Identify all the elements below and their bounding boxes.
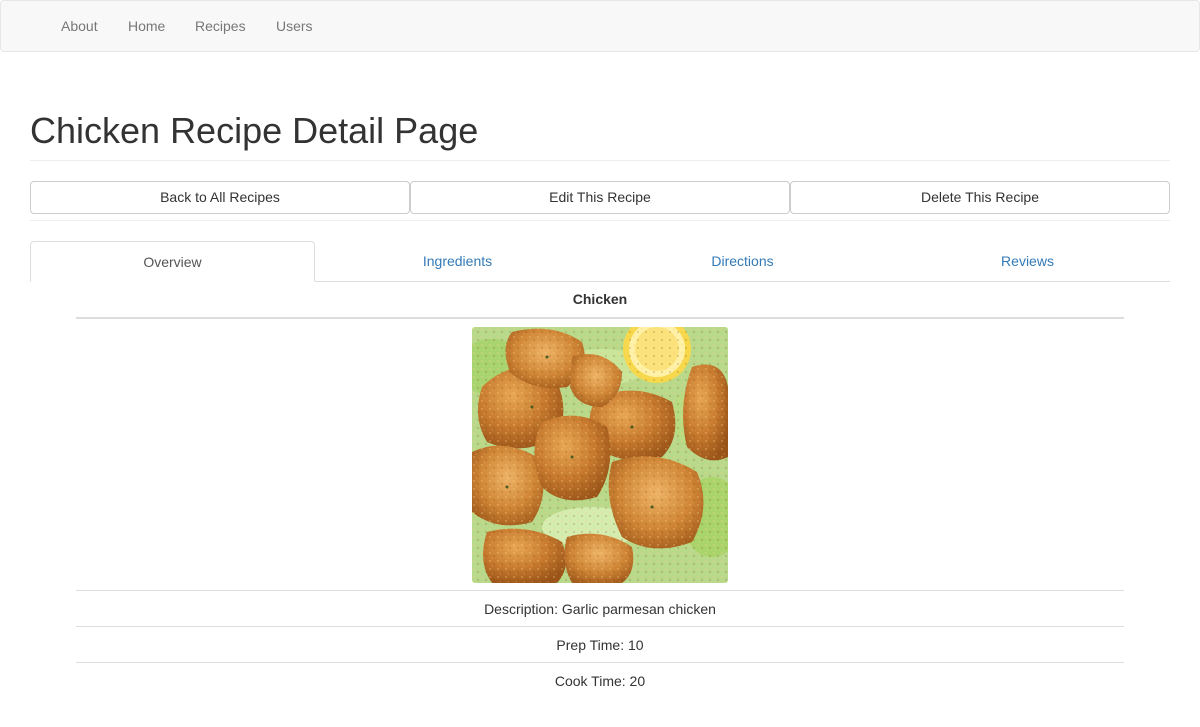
top-navbar: About Home Recipes Users [0, 0, 1200, 52]
fried-chicken-photo [472, 327, 728, 583]
nav-link-recipes[interactable]: Recipes [195, 1, 246, 51]
tab-overview[interactable]: Overview [30, 241, 315, 282]
edit-recipe-button[interactable]: Edit This Recipe [410, 181, 790, 214]
page-title: Chicken Recipe Detail Page [30, 110, 479, 151]
tab-directions[interactable]: Directions [600, 241, 885, 282]
tab-ingredients[interactable]: Ingredients [315, 241, 600, 282]
actions-divider [30, 220, 1170, 221]
recipe-image-row [76, 319, 1124, 591]
recipe-description: Description: Garlic parmesan chicken [76, 591, 1124, 627]
back-to-recipes-button[interactable]: Back to All Recipes [30, 181, 410, 214]
recipe-cook-time: Cook Time: 20 [554, 673, 646, 689]
recipe-name-header: Chicken [76, 282, 1124, 319]
recipe-prep-time: Prep Time: 10 [76, 627, 1124, 663]
header-divider [30, 160, 1170, 161]
nav-link-users[interactable]: Users [276, 1, 313, 51]
delete-recipe-button[interactable]: Delete This Recipe [790, 181, 1170, 214]
nav-link-about[interactable]: About [61, 1, 98, 51]
nav-link-home[interactable]: Home [128, 1, 165, 51]
tab-reviews[interactable]: Reviews [885, 241, 1170, 282]
recipe-overview-table: Chicken Description: Garlic parmesan chi… [76, 282, 1124, 699]
